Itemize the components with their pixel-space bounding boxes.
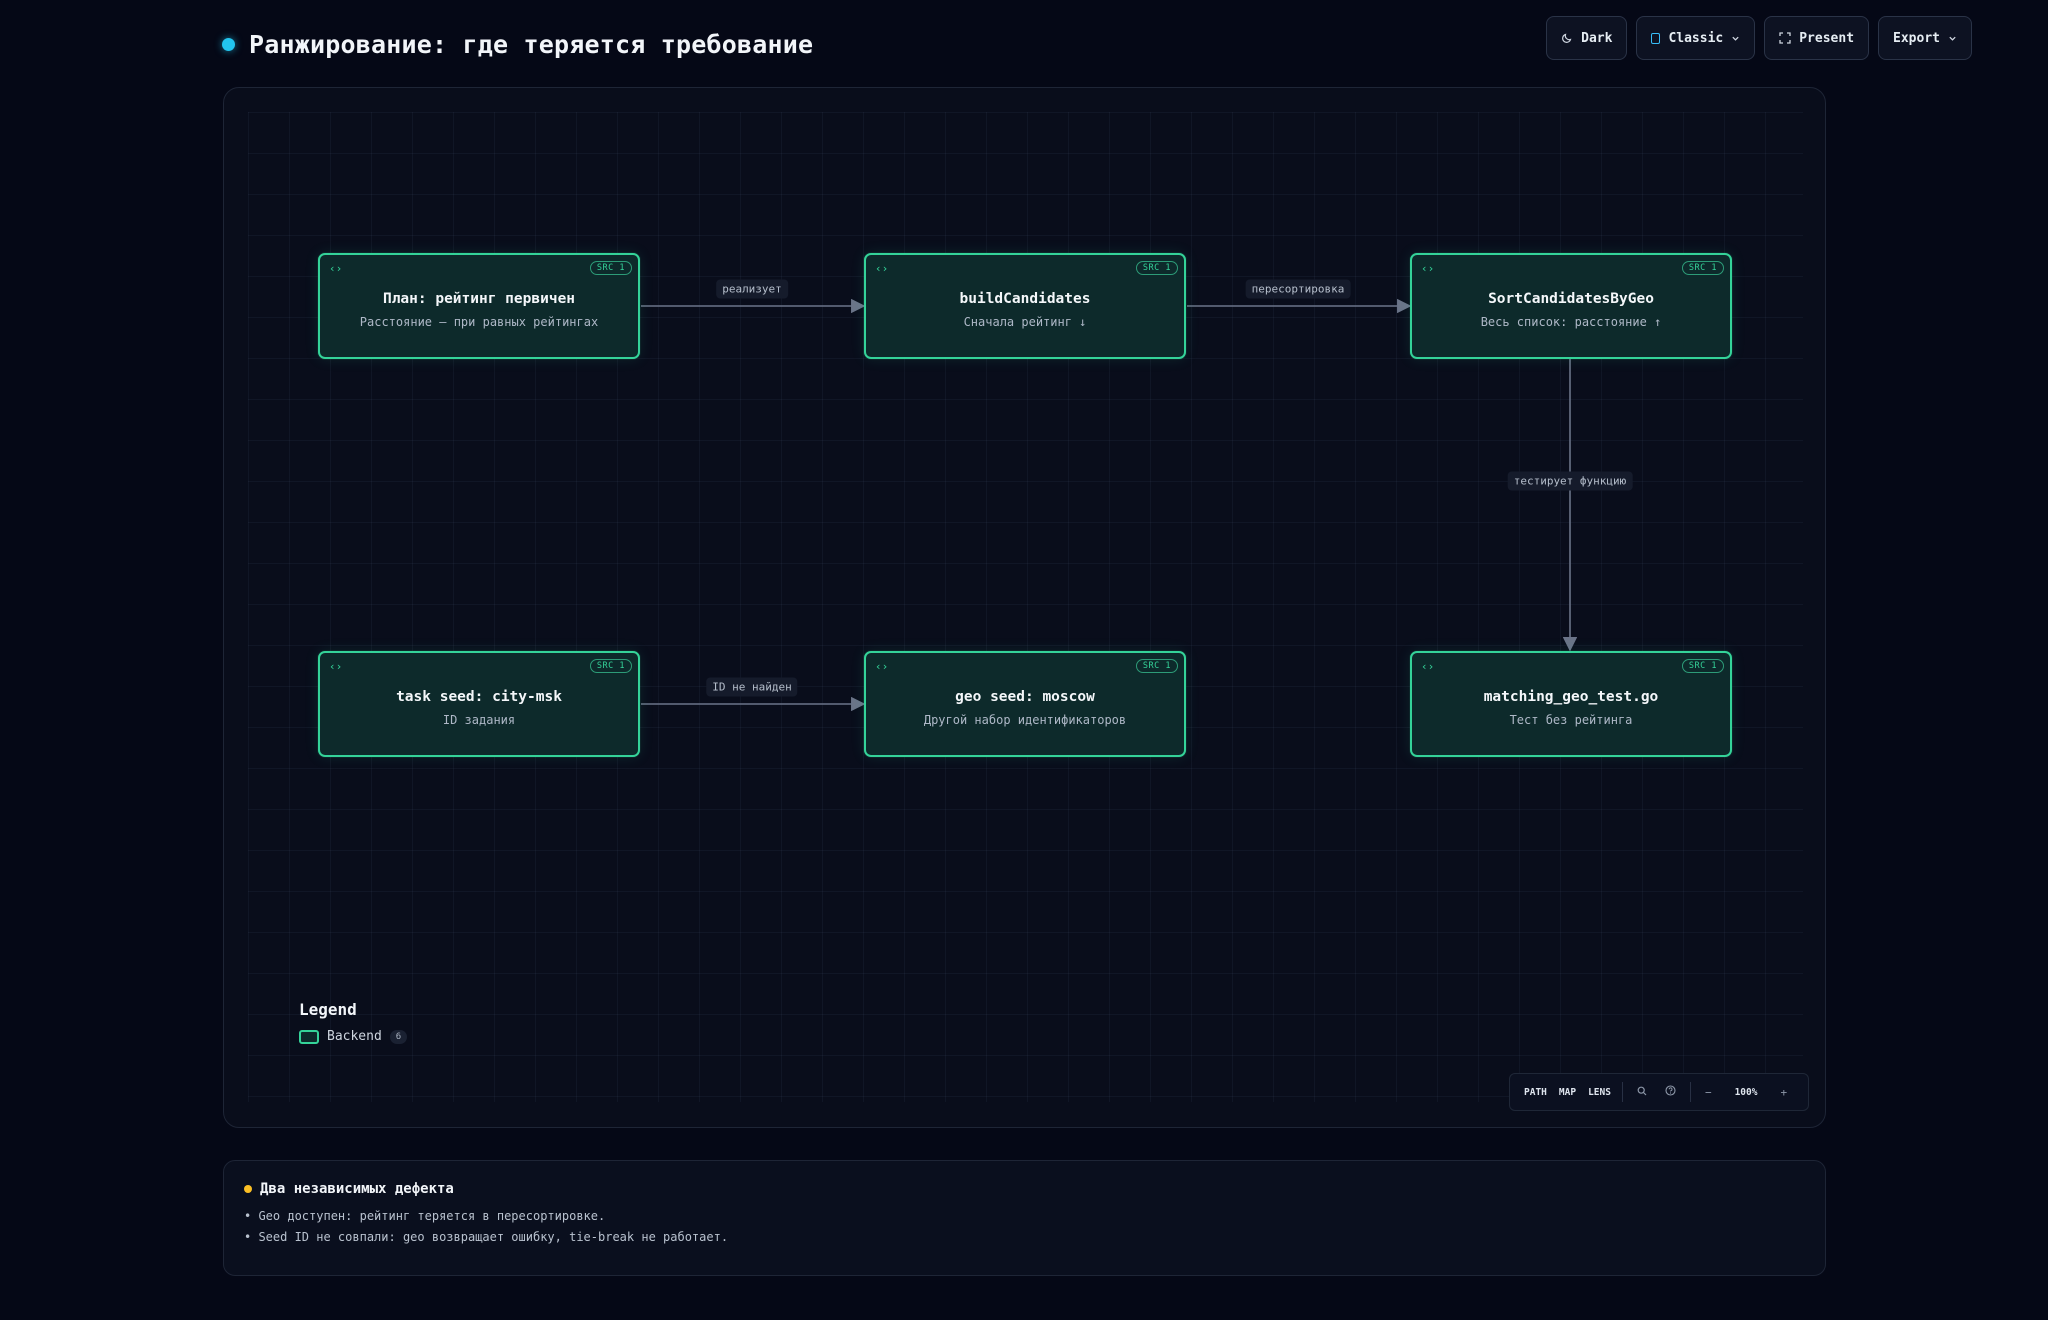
diagram-canvas[interactable]: реализует пересортировка тестирует функц… bbox=[223, 87, 1826, 1128]
theme-swatch-icon bbox=[1651, 32, 1661, 44]
legend-count-badge: 6 bbox=[389, 1029, 408, 1044]
code-icon: ‹› bbox=[1421, 660, 1435, 673]
node-source-badge: SRC 1 bbox=[589, 659, 632, 673]
moon-icon bbox=[1561, 32, 1573, 44]
notes-line: • Seed ID не совпали: geo возвращает оши… bbox=[244, 1230, 729, 1244]
toolbar: Dark Classic Present Export bbox=[1546, 16, 1972, 60]
node-task-seed[interactable]: ‹› SRC 1 task seed: city-msk ID задания bbox=[318, 651, 640, 757]
help-icon[interactable] bbox=[1656, 1085, 1685, 1099]
page-title: Ранжирование: где теряется требование bbox=[249, 30, 814, 59]
node-sort-candidates[interactable]: ‹› SRC 1 SortCandidatesByGeo Весь список… bbox=[1410, 253, 1732, 359]
divider bbox=[1689, 1082, 1691, 1102]
chevron-down-icon bbox=[1731, 34, 1740, 43]
title-status-dot bbox=[222, 38, 235, 51]
notes-title: Два независимых дефекта bbox=[260, 1181, 454, 1197]
code-icon: ‹› bbox=[329, 262, 343, 275]
zoom-out-button[interactable]: − bbox=[1696, 1086, 1721, 1099]
node-source-badge: SRC 1 bbox=[1135, 261, 1178, 275]
edges-layer bbox=[641, 298, 1578, 712]
zoom-level: 100% bbox=[1734, 1086, 1758, 1098]
legend: Legend Backend 6 bbox=[299, 1000, 408, 1044]
node-subtitle: Весь список: расстояние ↑ bbox=[1480, 315, 1662, 329]
node-geo-seed[interactable]: ‹› SRC 1 geo seed: moscow Другой набор и… bbox=[864, 651, 1186, 757]
node-subtitle: Тест без рейтинга bbox=[1509, 713, 1633, 727]
node-title: План: рейтинг первичен bbox=[382, 291, 576, 307]
zoom-in-button[interactable]: + bbox=[1771, 1086, 1796, 1099]
notes-header: Два независимых дефекта bbox=[244, 1181, 1805, 1197]
code-icon: ‹› bbox=[875, 660, 889, 673]
edge-label-id-not-found: ID не найден bbox=[706, 677, 798, 697]
node-source-badge: SRC 1 bbox=[1681, 261, 1724, 275]
node-source-badge: SRC 1 bbox=[589, 261, 632, 275]
present-label: Present bbox=[1799, 30, 1855, 46]
chevron-down-icon bbox=[1948, 34, 1957, 43]
code-icon: ‹› bbox=[1421, 262, 1435, 275]
notes-line: • Geo доступен: рейтинг теряется в перес… bbox=[244, 1209, 606, 1223]
node-subtitle: ID задания bbox=[442, 713, 516, 727]
warning-dot-icon bbox=[244, 1185, 252, 1193]
node-title: buildCandidates bbox=[959, 291, 1091, 307]
dark-mode-button[interactable]: Dark bbox=[1546, 16, 1628, 60]
lens-mode-button[interactable]: LENS bbox=[1582, 1087, 1617, 1098]
node-title: matching_geo_test.go bbox=[1483, 689, 1659, 705]
code-icon: ‹› bbox=[329, 660, 343, 673]
legend-label: Backend bbox=[327, 1029, 382, 1044]
canvas-controls: PATH MAP LENS − 100% + bbox=[1509, 1073, 1809, 1111]
edge-label-tests-function: тестирует функцию bbox=[1507, 471, 1633, 491]
edge-label-implements: реализует bbox=[716, 279, 788, 299]
node-title: geo seed: moscow bbox=[955, 689, 1095, 705]
notes-panel: Два независимых дефекта • Geo доступен: … bbox=[223, 1160, 1826, 1276]
node-title: SortCandidatesByGeo bbox=[1488, 291, 1654, 307]
node-subtitle: Сначала рейтинг ↓ bbox=[963, 315, 1087, 329]
fullscreen-icon bbox=[1779, 32, 1791, 44]
legend-title: Legend bbox=[299, 1000, 357, 1019]
node-plan[interactable]: ‹› SRC 1 План: рейтинг первичен Расстоян… bbox=[318, 253, 640, 359]
node-subtitle: Расстояние — при равных рейтингах bbox=[359, 315, 599, 329]
node-build-candidates[interactable]: ‹› SRC 1 buildCandidates Сначала рейтинг… bbox=[864, 253, 1186, 359]
export-label: Export bbox=[1893, 30, 1940, 46]
node-geo-test[interactable]: ‹› SRC 1 matching_geo_test.go Тест без р… bbox=[1410, 651, 1732, 757]
node-subtitle: Другой набор идентификаторов bbox=[923, 713, 1127, 727]
code-icon: ‹› bbox=[875, 262, 889, 275]
export-button[interactable]: Export bbox=[1878, 16, 1972, 60]
node-source-badge: SRC 1 bbox=[1681, 659, 1724, 673]
theme-select-button[interactable]: Classic bbox=[1636, 16, 1756, 60]
path-mode-button[interactable]: PATH bbox=[1518, 1087, 1553, 1098]
edge-label-resort: пересортировка bbox=[1245, 279, 1351, 299]
legend-item-backend[interactable]: Backend 6 bbox=[299, 1029, 408, 1044]
legend-swatch bbox=[299, 1029, 319, 1044]
header: Ранжирование: где теряется требование bbox=[222, 30, 813, 59]
divider bbox=[1621, 1082, 1623, 1102]
node-title: task seed: city-msk bbox=[396, 689, 562, 705]
theme-label: Classic bbox=[1668, 30, 1724, 46]
node-source-badge: SRC 1 bbox=[1135, 659, 1178, 673]
dark-mode-label: Dark bbox=[1581, 30, 1613, 46]
search-icon[interactable] bbox=[1628, 1086, 1656, 1099]
map-mode-button[interactable]: MAP bbox=[1553, 1087, 1582, 1098]
present-button[interactable]: Present bbox=[1764, 16, 1870, 60]
